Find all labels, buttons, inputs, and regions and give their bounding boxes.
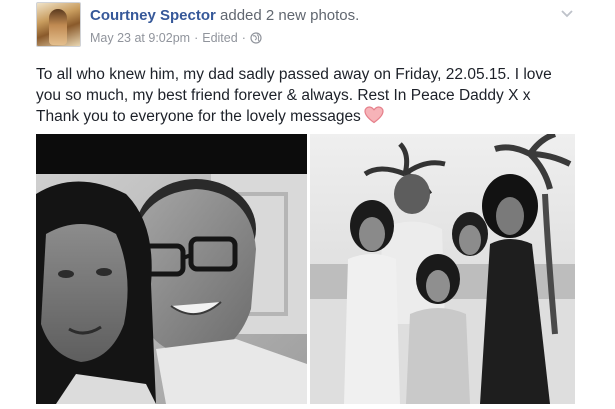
post-meta: May 23 at 9:02pm · Edited · — [90, 31, 262, 45]
meta-separator: · — [194, 31, 199, 45]
avatar-figure — [49, 9, 67, 45]
photo-family-beach[interactable] — [310, 134, 575, 404]
heart-icon — [364, 106, 384, 124]
author-avatar[interactable] — [36, 2, 81, 47]
globe-icon[interactable] — [250, 32, 262, 44]
message-line-text: Thank you to everyone for the lovely mes… — [36, 108, 361, 125]
facebook-post: Courtney Spector added 2 new photos. May… — [0, 0, 615, 409]
photo-selfie[interactable] — [36, 134, 307, 404]
message-line: To all who knew him, my dad sadly passed… — [36, 66, 552, 83]
post-header: Courtney Spector added 2 new photos. — [90, 7, 359, 24]
edited-label[interactable]: Edited — [202, 31, 237, 45]
chevron-down-icon[interactable] — [560, 6, 574, 18]
message-line: you so much, my best friend forever & al… — [36, 87, 531, 104]
post-message: To all who knew him, my dad sadly passed… — [36, 64, 596, 127]
meta-separator-end: · — [241, 31, 246, 45]
author-name-link[interactable]: Courtney Spector — [90, 7, 216, 24]
post-action-text: added 2 new photos. — [215, 7, 360, 24]
post-timestamp[interactable]: May 23 at 9:02pm — [90, 31, 190, 45]
message-line-with-emoji: Thank you to everyone for the lovely mes… — [36, 106, 596, 127]
